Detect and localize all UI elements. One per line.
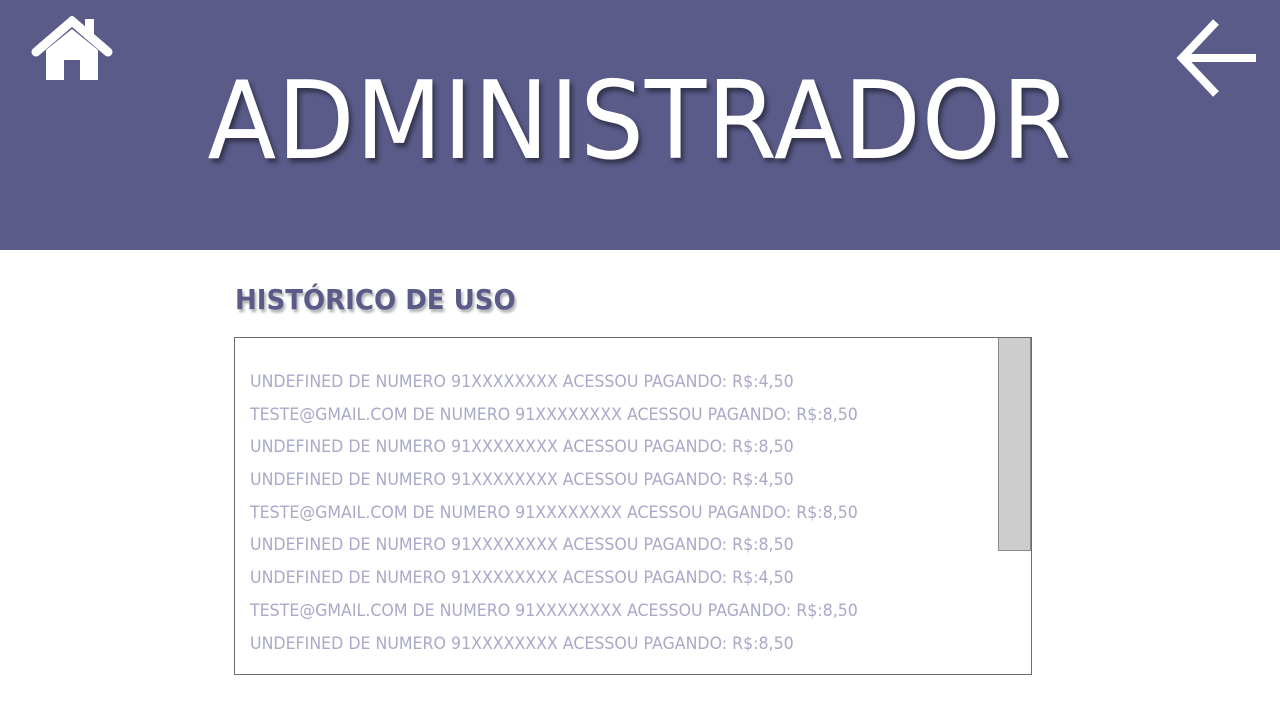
list-item: TESTE@GMAIL.COM DE NUMERO 91XXXXXXXX ACE… [250,502,858,523]
usage-history-list: UNDEFINED DE NUMERO 91XXXXXXXX ACESSOU P… [250,366,904,660]
list-item: TESTE@GMAIL.COM DE NUMERO 91XXXXXXXX ACE… [250,600,858,621]
list-item: UNDEFINED DE NUMERO 91XXXXXXXX ACESSOU P… [250,437,794,458]
scrollbar-thumb[interactable] [998,338,1031,551]
usage-history-list-box[interactable]: UNDEFINED DE NUMERO 91XXXXXXXX ACESSOU P… [234,337,1032,675]
section-title: HISTÓRICO DE USO [235,283,516,316]
list-item: TESTE@GMAIL.COM DE NUMERO 91XXXXXXXX ACE… [250,404,858,425]
header-banner: ADMINISTRADOR [0,0,1280,250]
list-item: UNDEFINED DE NUMERO 91XXXXXXXX ACESSOU P… [250,535,794,556]
page-title: ADMINISTRADOR [207,59,1073,184]
vertical-scrollbar[interactable] [998,338,1031,674]
list-item: UNDEFINED DE NUMERO 91XXXXXXXX ACESSOU P… [250,372,794,392]
list-item: UNDEFINED DE NUMERO 91XXXXXXXX ACESSOU P… [250,568,794,589]
list-item: UNDEFINED DE NUMERO 91XXXXXXXX ACESSOU P… [250,470,794,491]
list-item: UNDEFINED DE NUMERO 91XXXXXXXX ACESSOU P… [250,633,794,654]
